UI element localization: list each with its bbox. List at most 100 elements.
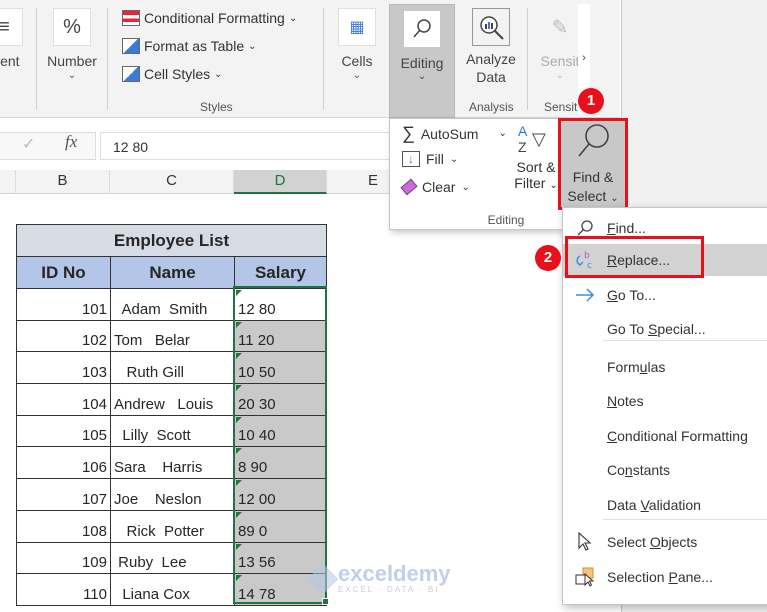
- table-row: 109 Ruby Lee 13 56: [16, 541, 327, 575]
- chevron-down-icon: ⌄: [248, 40, 257, 52]
- menu-item-constants[interactable]: Constants: [563, 454, 767, 486]
- cell-id[interactable]: 106: [16, 446, 111, 480]
- cell-name[interactable]: Ruth Gill: [110, 351, 235, 385]
- menu-separator: [603, 519, 767, 520]
- menu-item-data-validation[interactable]: Data Validation: [563, 489, 767, 521]
- error-indicator-icon: [236, 416, 242, 423]
- cell-salary[interactable]: 10 50: [234, 351, 327, 385]
- cell-salary[interactable]: 89 0: [234, 509, 327, 543]
- table-row: 107 Joe Neslon 12 00: [16, 478, 327, 511]
- cell-styles-icon: [122, 66, 140, 82]
- chevron-down-icon: ⌄: [214, 68, 223, 80]
- cell-salary[interactable]: 12 80: [234, 288, 327, 321]
- cell-name[interactable]: Tom Belar: [110, 319, 235, 353]
- watermark: exceldemy EXCEL · DATA · BI: [307, 563, 451, 595]
- chevron-down-icon: ⌄: [498, 128, 507, 139]
- editing-panel: ∑ AutoSum ⌄ ↓ Fill ⌄ Clear ⌄ A Z ▽ Sort …: [389, 118, 563, 230]
- watermark-logo-icon: [307, 562, 339, 595]
- menu-separator: [603, 340, 767, 341]
- cell-name[interactable]: Adam Smith: [110, 288, 235, 321]
- error-indicator-icon: [236, 480, 242, 487]
- arrow-right-icon: [563, 288, 607, 302]
- menu-item-find[interactable]: Find...: [563, 212, 767, 244]
- cell-id[interactable]: 103: [16, 351, 111, 385]
- cell-name[interactable]: Ruby Lee: [110, 541, 235, 575]
- chevron-down-icon: ⌄: [610, 193, 619, 204]
- number-button[interactable]: % Number ⌄: [44, 8, 100, 82]
- cell-name[interactable]: Andrew Louis: [110, 383, 235, 416]
- replace-icon: bc: [563, 250, 607, 270]
- svg-text:c: c: [587, 261, 592, 270]
- clear-button[interactable]: Clear ⌄: [400, 178, 470, 196]
- header-id[interactable]: ID No: [16, 256, 111, 289]
- menu-item-notes[interactable]: Notes: [563, 385, 767, 417]
- table-title[interactable]: Employee List: [16, 224, 327, 257]
- cell-id[interactable]: 105: [16, 414, 111, 448]
- cell-name[interactable]: Liana Cox: [110, 573, 235, 606]
- cell-name[interactable]: Sara Harris: [110, 446, 235, 480]
- column-header-d[interactable]: D: [234, 170, 327, 194]
- cell-id[interactable]: 104: [16, 383, 111, 416]
- cell-name[interactable]: Rick Potter: [110, 509, 235, 543]
- autosum-button[interactable]: ∑ AutoSum ⌄: [402, 123, 507, 144]
- sensitivity-icon: ✎: [551, 16, 569, 39]
- error-indicator-icon: [236, 290, 242, 296]
- table-row: 106 Sara Harris 8 90: [16, 446, 327, 480]
- conditional-formatting-icon: [122, 10, 140, 26]
- cell-id[interactable]: 107: [16, 478, 111, 511]
- fill-handle[interactable]: [322, 598, 329, 605]
- sort-filter-button[interactable]: A Z ▽ Sort & Filter ⌄: [512, 123, 560, 191]
- selection-pane-icon: [563, 567, 607, 587]
- format-as-table-icon: [122, 38, 140, 54]
- analyze-data-button[interactable]: Analyze Data: [462, 8, 520, 86]
- cell-name[interactable]: Joe Neslon: [110, 478, 235, 511]
- menu-item-select-objects[interactable]: Select Objects: [563, 526, 767, 558]
- find-select-button[interactable]: Find & Select ⌄: [560, 121, 626, 207]
- cell-salary[interactable]: 10 40: [234, 414, 327, 448]
- step-badge-1: 1: [578, 88, 604, 114]
- error-indicator-icon: [236, 448, 242, 455]
- styles-group-label: Styles: [200, 100, 233, 114]
- check-icon[interactable]: ✓: [22, 134, 35, 154]
- error-indicator-icon: [236, 321, 242, 328]
- cells-button[interactable]: ▦ Cells ⌄: [334, 8, 380, 82]
- editing-button[interactable]: Editing ⌄: [389, 4, 455, 118]
- cell-id[interactable]: 110: [16, 573, 111, 606]
- cell-id[interactable]: 109: [16, 541, 111, 575]
- menu-item-go-to[interactable]: Go To...: [563, 279, 767, 311]
- analyze-data-icon: [472, 8, 510, 46]
- sensitivity-group-label: Sensit: [544, 100, 578, 114]
- menu-item-conditional-formatting[interactable]: Conditional Formatting: [563, 420, 767, 452]
- menu-item-replace[interactable]: b c Replace...: [563, 244, 767, 276]
- cell-name[interactable]: Lilly Scott: [110, 414, 235, 448]
- header-name[interactable]: Name: [110, 256, 235, 289]
- cell-id[interactable]: 108: [16, 509, 111, 543]
- fx-icon[interactable]: fx: [65, 132, 77, 152]
- cell-salary[interactable]: 11 20: [234, 319, 327, 353]
- cell-id[interactable]: 102: [16, 319, 111, 353]
- editing-group-label: Editing: [487, 213, 525, 227]
- error-indicator-icon: [236, 575, 242, 582]
- cell-styles-button[interactable]: Cell Styles ⌄: [122, 66, 223, 82]
- cell-salary[interactable]: 8 90: [234, 446, 327, 480]
- menu-item-formulas[interactable]: Formulas: [563, 351, 767, 383]
- menu-item-selection-pane[interactable]: Selection Pane...: [563, 561, 767, 593]
- cell-salary[interactable]: 12 00: [234, 478, 327, 511]
- table-row: 110 Liana Cox 14 78: [16, 573, 327, 606]
- chevron-down-icon: ⌄: [449, 153, 459, 165]
- fill-button[interactable]: ↓ Fill ⌄: [402, 151, 458, 167]
- column-header-b[interactable]: B: [16, 170, 110, 194]
- fill-down-icon: ↓: [402, 151, 420, 167]
- conditional-formatting-button[interactable]: Conditional Formatting ⌄: [122, 10, 297, 26]
- employee-table: Employee List ID No Name Salary 101 Adam…: [16, 224, 327, 606]
- table-row: 104 Andrew Louis 20 30: [16, 383, 327, 416]
- alignment-button[interactable]: ≡ ment: [0, 8, 28, 70]
- cursor-icon: [563, 532, 607, 552]
- cell-id[interactable]: 101: [16, 288, 111, 321]
- format-as-table-button[interactable]: Format as Table ⌄: [122, 38, 257, 54]
- cell-salary[interactable]: 20 30: [234, 383, 327, 416]
- header-salary[interactable]: Salary: [234, 256, 327, 289]
- chevron-down-icon: ⌄: [352, 70, 362, 81]
- column-header-c[interactable]: C: [110, 170, 234, 194]
- chevron-down-icon: ⌄: [549, 180, 558, 191]
